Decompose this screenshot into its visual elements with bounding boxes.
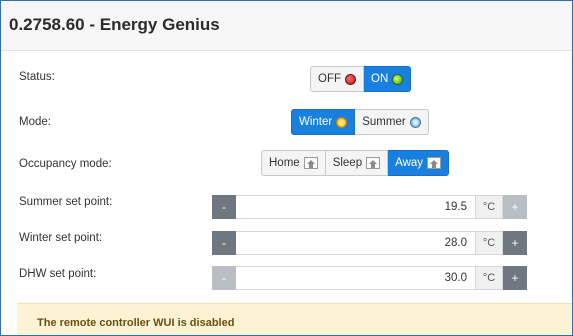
- occupancy-sleep-label: Sleep: [332, 157, 363, 169]
- dhw-setpoint-spinner: - 30.0 °C +: [212, 266, 527, 290]
- summer-increment-button[interactable]: +: [503, 195, 527, 219]
- summer-setpoint-label: Summer set point:: [19, 196, 113, 208]
- summer-setpoint-input[interactable]: 19.5: [236, 195, 475, 219]
- status-off-button[interactable]: OFF: [310, 66, 364, 92]
- summer-decrement-button[interactable]: -: [212, 195, 236, 219]
- disabled-warning-banner: The remote controller WUI is disabled: [17, 303, 572, 335]
- winter-increment-button[interactable]: +: [503, 231, 527, 255]
- mode-label: Mode:: [19, 116, 51, 128]
- status-toggle-group: OFF ON: [310, 66, 412, 92]
- mode-toggle-group: Winter Summer: [291, 109, 429, 135]
- occupancy-away-button[interactable]: Away: [388, 150, 450, 176]
- winter-setpoint-spinner: - 28.0 °C +: [212, 231, 527, 255]
- summer-setpoint-spinner: - 19.5 °C +: [212, 195, 527, 219]
- occupancy-toggle-group: Home Sleep Away: [261, 150, 450, 176]
- mode-winter-label: Winter: [299, 116, 333, 128]
- dhw-unit-label: °C: [475, 266, 503, 290]
- page-title: 0.2758.60 - Energy Genius: [9, 15, 220, 34]
- status-label: Status:: [19, 71, 55, 83]
- mode-winter-button[interactable]: Winter: [291, 109, 356, 135]
- green-dot-icon: [392, 73, 404, 85]
- dhw-decrement-button[interactable]: -: [212, 266, 236, 290]
- dhw-increment-button[interactable]: +: [503, 266, 527, 290]
- occupancy-away-label: Away: [395, 157, 424, 169]
- sun-icon: [336, 116, 348, 128]
- winter-setpoint-input[interactable]: 28.0: [236, 231, 475, 255]
- occupancy-label: Occupancy mode:: [19, 158, 112, 170]
- panel-header: 0.2758.60 - Energy Genius: [1, 1, 572, 51]
- winter-unit-label: °C: [475, 231, 503, 255]
- dhw-setpoint-label: DHW set point:: [19, 268, 97, 280]
- dhw-setpoint-input[interactable]: 30.0: [236, 266, 475, 290]
- status-on-label: ON: [371, 73, 389, 85]
- winter-setpoint-label: Winter set point:: [19, 232, 103, 244]
- occupancy-home-label: Home: [269, 157, 300, 169]
- red-dot-icon: [345, 73, 356, 85]
- summer-unit-label: °C: [475, 195, 503, 219]
- occupancy-home-button[interactable]: Home: [261, 150, 326, 176]
- home-icon: [303, 157, 318, 169]
- status-off-label: OFF: [318, 73, 341, 85]
- mode-summer-label: Summer: [362, 116, 406, 128]
- disabled-warning-text: The remote controller WUI is disabled: [37, 317, 235, 329]
- mode-summer-button[interactable]: Summer: [355, 109, 429, 135]
- snowflake-icon: [409, 116, 421, 128]
- away-home-icon: [427, 157, 442, 169]
- occupancy-sleep-button[interactable]: Sleep: [325, 150, 389, 176]
- sleep-home-icon: [366, 157, 381, 169]
- energy-genius-panel: 0.2758.60 - Energy Genius Status: OFF ON…: [0, 0, 573, 336]
- status-on-button[interactable]: ON: [364, 66, 412, 92]
- winter-decrement-button[interactable]: -: [212, 231, 236, 255]
